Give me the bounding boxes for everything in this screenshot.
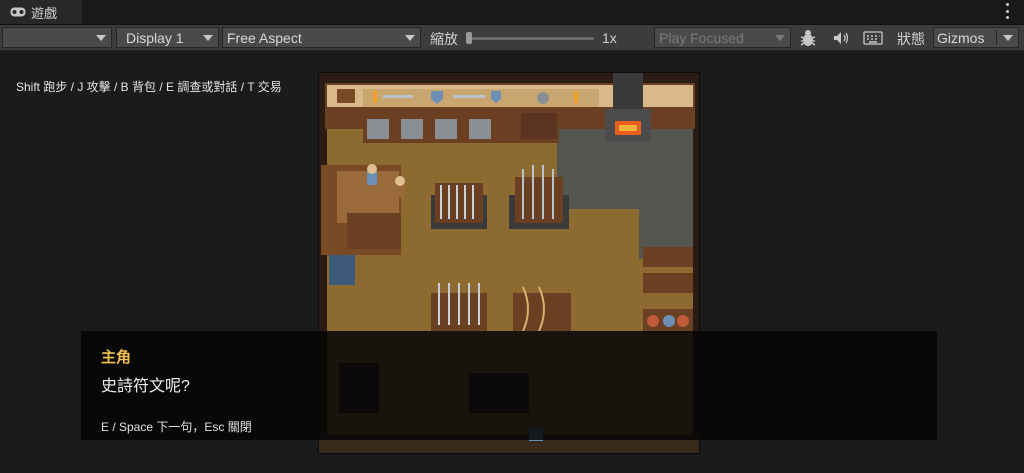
- more-options-icon[interactable]: [1006, 3, 1010, 19]
- dialog-box[interactable]: 主角 史詩符文呢? E / Space 下一句，Esc 關閉: [81, 331, 937, 440]
- scale-value: 1x: [602, 30, 617, 46]
- chevron-down-icon: [96, 35, 106, 41]
- dialog-text: 史詩符文呢?: [101, 378, 190, 395]
- gamepad-icon: [10, 7, 26, 17]
- tab-game[interactable]: 遊戲: [0, 0, 82, 24]
- chevron-down-icon: [1003, 35, 1013, 41]
- bug-icon: [800, 29, 816, 46]
- gizmos-dropdown[interactable]: Gizmos: [933, 27, 1019, 48]
- dialog-speaker-name: 主角: [101, 349, 132, 366]
- display-dropdown[interactable]: Display 1: [116, 27, 219, 48]
- scale-slider[interactable]: [468, 37, 594, 40]
- game-view-dropdown[interactable]: [2, 27, 112, 48]
- controls-hint: Shift 跑步 / J 攻擊 / B 背包 / E 調查或對話 / T 交易: [16, 80, 282, 94]
- aspect-label: Free Aspect: [227, 29, 302, 46]
- chevron-down-icon: [405, 35, 415, 41]
- tab-game-label: 遊戲: [31, 5, 58, 21]
- debug-button[interactable]: [794, 27, 822, 48]
- speaker-icon: [834, 31, 849, 44]
- keyboard-button[interactable]: [859, 27, 887, 48]
- keyboard-icon: [863, 30, 883, 45]
- aspect-dropdown[interactable]: Free Aspect: [222, 27, 421, 48]
- chevron-down-icon: [203, 35, 213, 41]
- dialog-controls-hint: E / Space 下一句，Esc 關閉: [101, 420, 252, 434]
- play-mode-label: Play Focused: [659, 29, 744, 46]
- stats-button[interactable]: 狀態: [897, 29, 925, 49]
- chevron-down-icon: [775, 35, 785, 41]
- scale-label: 縮放: [430, 31, 458, 47]
- mute-audio-button[interactable]: [828, 27, 856, 48]
- play-mode-dropdown[interactable]: Play Focused: [654, 27, 791, 48]
- gizmos-label: Gizmos: [937, 29, 985, 46]
- display-label: Display 1: [126, 29, 184, 46]
- scale-slider-thumb[interactable]: [466, 32, 472, 44]
- tab-bar: 遊戲: [0, 0, 1024, 25]
